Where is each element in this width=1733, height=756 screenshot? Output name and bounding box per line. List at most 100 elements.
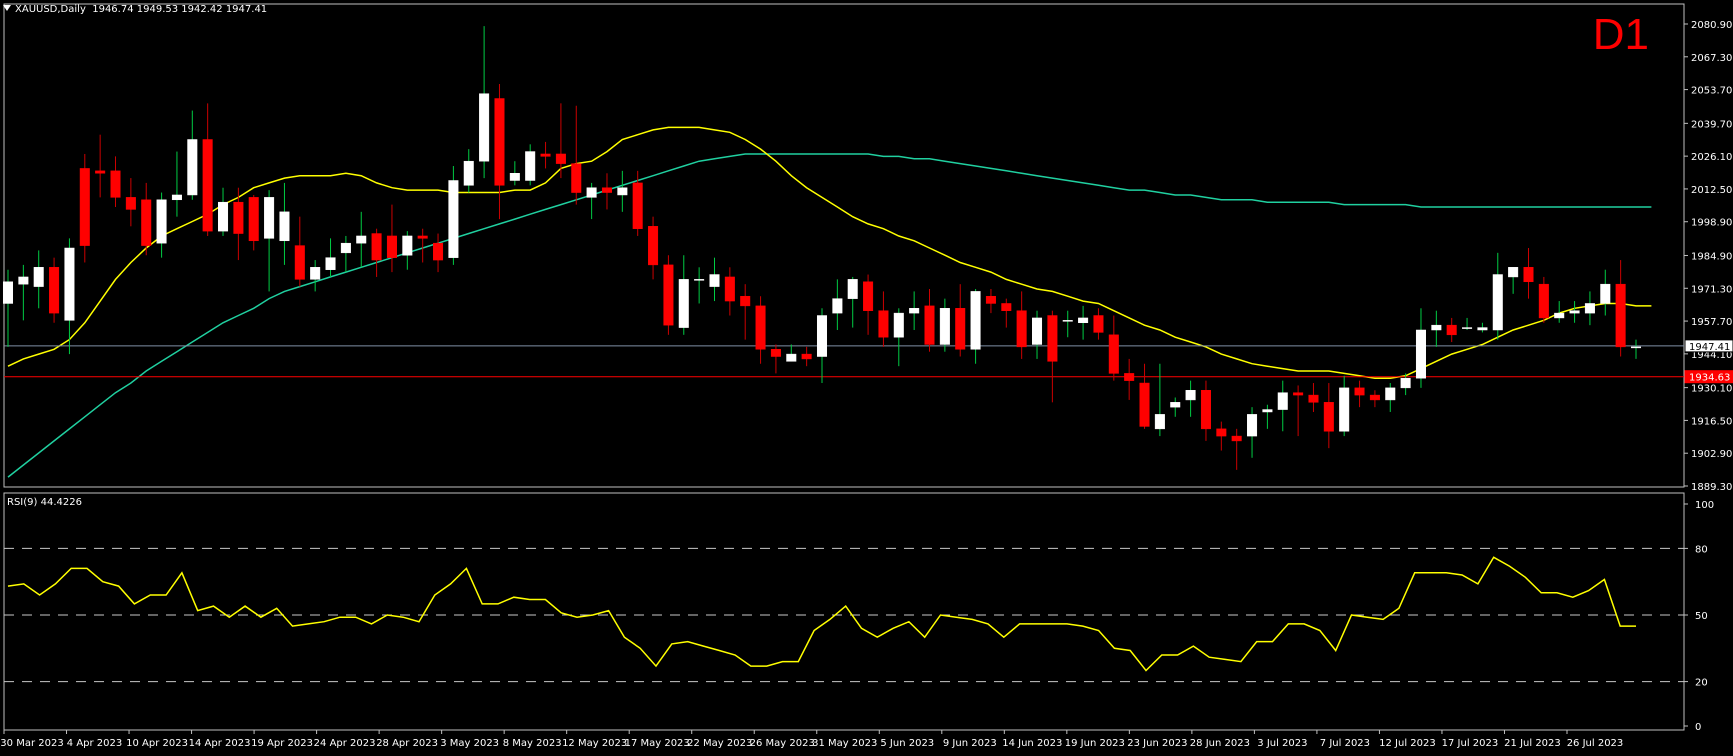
candle-body xyxy=(1262,409,1273,413)
candle xyxy=(1262,404,1273,429)
candle xyxy=(1415,308,1426,388)
candle-body xyxy=(1492,274,1503,331)
candle xyxy=(1247,407,1258,458)
candle xyxy=(678,255,689,335)
candle-body xyxy=(356,235,367,244)
price-tick-label: 1998.90 xyxy=(1691,218,1732,229)
candle xyxy=(156,192,167,258)
candle xyxy=(187,110,198,200)
candle xyxy=(540,141,551,169)
candle xyxy=(1124,358,1135,400)
time-tick-label: 12 Jul 2023 xyxy=(1379,738,1436,749)
symbol-label: XAUUSD,Daily xyxy=(15,4,86,15)
candle-body xyxy=(1078,317,1089,324)
candle xyxy=(1584,291,1595,326)
candle-body xyxy=(125,197,136,210)
candle-body xyxy=(402,235,413,256)
candle-body xyxy=(294,245,305,280)
price-panel-border xyxy=(3,3,1685,488)
candle-body xyxy=(1538,283,1549,319)
candle-body xyxy=(1139,382,1150,427)
candle xyxy=(356,211,367,268)
price-tick-label: 1984.90 xyxy=(1691,251,1732,262)
candle xyxy=(1523,248,1534,299)
candle xyxy=(924,288,935,352)
candle-body xyxy=(1554,312,1565,319)
candle-body xyxy=(1600,283,1611,304)
candle xyxy=(663,255,674,335)
candle xyxy=(202,103,213,236)
candle xyxy=(340,235,351,273)
candle xyxy=(1462,317,1473,330)
candle-body xyxy=(279,211,290,242)
candle xyxy=(433,233,444,273)
candle xyxy=(294,216,305,287)
candle-body xyxy=(1016,310,1027,348)
candle-body xyxy=(816,315,828,357)
time-tick-label: 23 Jun 2023 xyxy=(1127,738,1187,749)
candle-body xyxy=(970,291,981,350)
time-tick-label: 28 Jun 2023 xyxy=(1190,738,1250,749)
candle xyxy=(1231,428,1242,470)
time-tick-label: 22 May 2023 xyxy=(687,738,752,749)
candle xyxy=(1216,421,1227,451)
price-panel[interactable] xyxy=(2,26,1684,478)
dropdown-triangle-icon[interactable] xyxy=(3,5,11,11)
candle xyxy=(33,250,44,309)
candle-body xyxy=(1170,402,1181,408)
price-axis: 2080.90 2067.30 2053.70 2039.70 2026.10 2012.… xyxy=(1684,20,1733,733)
candle-body xyxy=(863,281,874,311)
candle-body xyxy=(141,199,152,246)
candle xyxy=(479,26,490,179)
candle xyxy=(325,238,336,277)
candle xyxy=(1385,383,1396,412)
time-tick-label: 8 May 2023 xyxy=(503,738,562,749)
time-tick-label: 14 Apr 2023 xyxy=(189,738,251,749)
ohlc-values: 1946.74 1949.53 1942.42 1947.41 xyxy=(92,4,268,15)
candle xyxy=(371,228,382,277)
candle xyxy=(1108,315,1119,381)
candle-body xyxy=(1630,346,1642,349)
price-tick-label: 2039.70 xyxy=(1691,119,1732,130)
candle xyxy=(1200,380,1211,441)
rsi-panel-border xyxy=(3,492,1685,731)
candle xyxy=(847,276,858,328)
candle-body xyxy=(1415,329,1426,379)
candle xyxy=(1323,383,1334,449)
candle-body xyxy=(479,93,490,162)
candle xyxy=(970,288,981,364)
candle-body xyxy=(79,168,90,246)
candle-body xyxy=(1093,315,1104,333)
candle xyxy=(863,274,874,335)
candle-body xyxy=(648,226,659,266)
candle-body xyxy=(709,274,720,287)
candle xyxy=(463,149,474,193)
candle-body xyxy=(171,194,182,201)
time-tick-label: 3 May 2023 xyxy=(440,738,499,749)
candle-body xyxy=(95,170,106,174)
candle xyxy=(141,182,152,256)
candle xyxy=(617,170,628,212)
price-chart[interactable]: 2080.90 2067.30 2053.70 2039.70 2026.10 2012.… xyxy=(0,0,1733,756)
time-tick-label: 28 Apr 2023 xyxy=(376,738,438,749)
candle-body xyxy=(1308,394,1319,403)
candle-body xyxy=(1369,394,1380,401)
candle xyxy=(724,267,735,316)
timeframe-label: D1 xyxy=(1592,10,1649,59)
candle xyxy=(1170,397,1181,417)
candle xyxy=(1600,269,1611,316)
candle-body xyxy=(233,201,244,234)
candle xyxy=(955,284,966,357)
candle xyxy=(1154,363,1165,437)
candle-body xyxy=(1154,414,1165,430)
candle-body xyxy=(264,197,275,239)
candle-body xyxy=(448,180,459,258)
candle xyxy=(755,296,766,364)
time-tick-label: 12 May 2023 xyxy=(562,738,627,749)
candle xyxy=(509,161,520,186)
level-price-badge: 1934.63 xyxy=(1689,373,1730,384)
candle xyxy=(601,173,612,210)
rsi-panel[interactable] xyxy=(4,547,1684,683)
candle-body xyxy=(678,279,689,328)
candle xyxy=(909,291,920,330)
